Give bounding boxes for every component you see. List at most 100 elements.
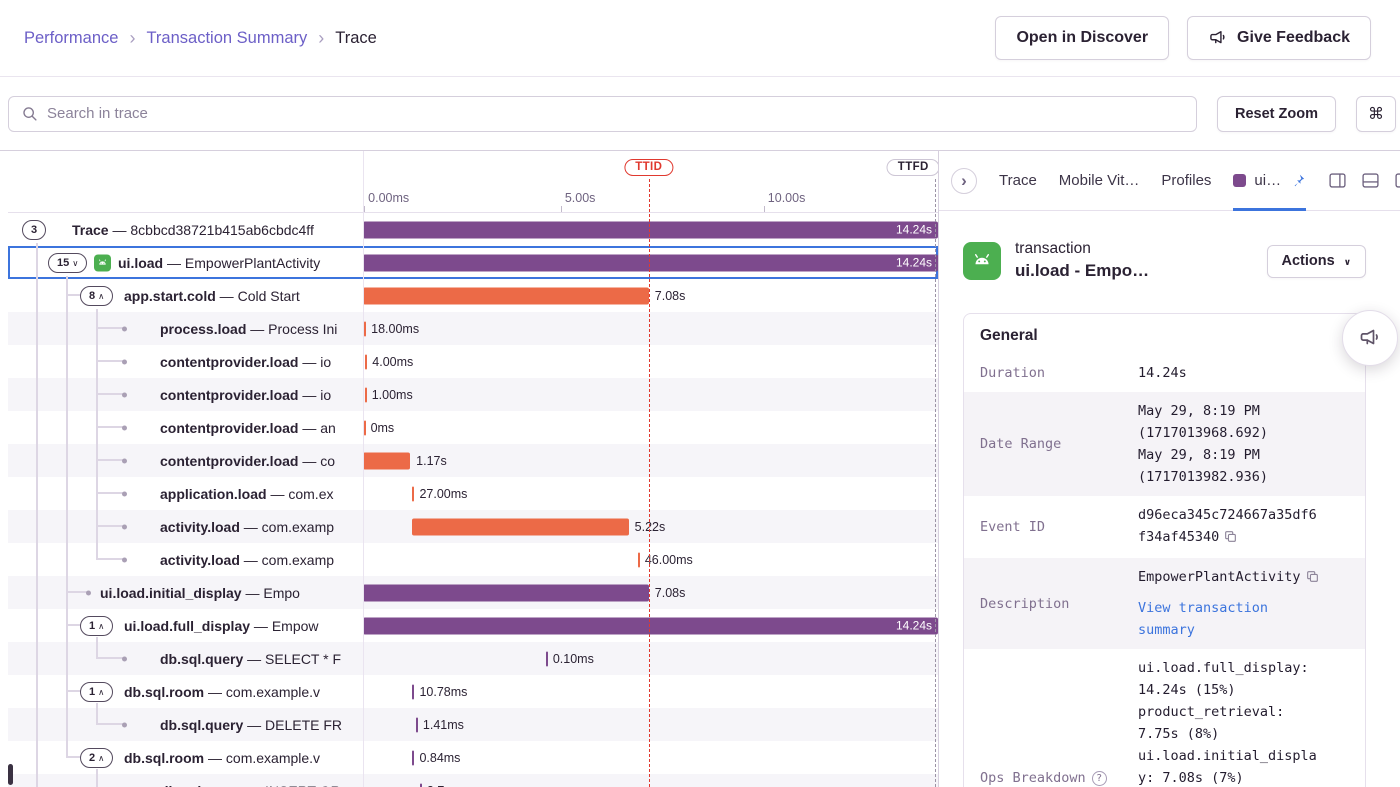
vertical-scrollbar-thumb[interactable] <box>8 764 13 785</box>
span-duration-label: 18.00ms <box>371 322 419 336</box>
tab-trace[interactable]: Trace <box>999 151 1037 211</box>
span-description: SELECT * F <box>265 651 341 667</box>
trace-row[interactable]: ui.load.initial_display — Empo7.08s <box>8 576 938 609</box>
span-tick[interactable] <box>546 651 548 666</box>
span-count-badge[interactable]: 1∧ <box>80 616 113 636</box>
give-feedback-button[interactable]: Give Feedback <box>1187 16 1371 60</box>
span-description: com.examp <box>262 519 334 535</box>
trace-row[interactable]: process.load — Process Ini18.00ms <box>8 312 938 345</box>
layout-sidebar-right-icon[interactable] <box>1328 171 1347 190</box>
ttfd-badge: TTFD <box>887 159 938 176</box>
span-bar[interactable] <box>363 287 649 304</box>
trace-row[interactable]: application.load — com.ex27.00ms <box>8 477 938 510</box>
kv-text: 14.24s <box>1138 365 1187 381</box>
span-tick[interactable] <box>420 783 422 787</box>
span-bar-cell: 1.41ms <box>363 708 938 741</box>
workspace: TTID TTFD 0.00ms5.00s10.00s 3Trace — 8cb… <box>0 150 1400 787</box>
span-op: process.load <box>160 321 246 337</box>
layout-drawer-right-icon[interactable] <box>1394 171 1400 190</box>
tab-profiles[interactable]: Profiles <box>1161 151 1211 211</box>
trace-row[interactable]: 2∧db.sql.room — com.example.v0.84ms <box>8 741 938 774</box>
reset-zoom-button[interactable]: Reset Zoom <box>1217 96 1336 132</box>
span-count-badge[interactable]: 1∧ <box>80 682 113 702</box>
tree-connector <box>96 769 98 787</box>
search-input-wrapper[interactable] <box>8 96 1197 132</box>
breadcrumb-transaction-summary[interactable]: Transaction Summary <box>146 29 307 48</box>
open-in-discover-button[interactable]: Open in Discover <box>995 16 1169 60</box>
span-count-badge[interactable]: 2∧ <box>80 748 113 768</box>
span-bar[interactable] <box>412 518 628 535</box>
trace-row-tree: activity.load — com.examp <box>8 543 363 576</box>
span-description: INSERT OR <box>265 783 341 787</box>
axis-tick-label: 10.00s <box>768 191 806 205</box>
copy-icon[interactable] <box>1224 528 1237 550</box>
trace-row[interactable]: db.sql.query — INSERT OR2.7 <box>8 774 938 787</box>
trace-row[interactable]: 15∨ui.load — EmpowerPlantActivity14.24s <box>8 246 938 279</box>
span-bar[interactable] <box>363 452 410 469</box>
kv-value-line: y: 7.08s (7%) <box>1138 767 1349 787</box>
span-label: ui.load.full_display — Empow <box>124 609 319 642</box>
pin-icon[interactable] <box>1291 173 1306 188</box>
trace-row[interactable]: activity.load — com.examp46.00ms <box>8 543 938 576</box>
span-bar[interactable]: 14.24s <box>363 254 938 271</box>
trace-row-tree: contentprovider.load — io <box>8 378 363 411</box>
layout-drawer-bottom-icon[interactable] <box>1361 171 1380 190</box>
kv-text: d96eca345c724667a35df6 <box>1138 507 1317 523</box>
span-tick[interactable] <box>412 684 414 699</box>
span-tick[interactable] <box>365 354 367 369</box>
trace-row-tree: db.sql.query — DELETE FR <box>8 708 363 741</box>
span-bar[interactable]: 14.24s <box>363 617 938 634</box>
trace-row[interactable]: 1∧db.sql.room — com.example.v10.78ms <box>8 675 938 708</box>
page-header: Performance › Transaction Summary › Trac… <box>0 0 1400 77</box>
help-icon[interactable]: ? <box>1092 771 1107 786</box>
trace-row[interactable]: contentprovider.load — io1.00ms <box>8 378 938 411</box>
span-bar[interactable] <box>363 584 649 601</box>
trace-row[interactable]: contentprovider.load — co1.17s <box>8 444 938 477</box>
feedback-fab-button[interactable] <box>1342 310 1398 366</box>
shortcut-command-button[interactable]: ⌘ <box>1356 96 1396 132</box>
span-bar-cell: 14.24s <box>363 213 938 246</box>
span-duration-label: 0.10ms <box>553 652 594 666</box>
span-op: db.sql.query <box>160 651 243 667</box>
span-duration-label: 27.00ms <box>419 487 467 501</box>
span-tick[interactable] <box>412 750 414 765</box>
tab-mobile-vitals[interactable]: Mobile Vit… <box>1059 151 1140 211</box>
actions-button[interactable]: Actions ∨ <box>1267 245 1366 278</box>
kv-link[interactable]: View transaction <box>1138 597 1349 619</box>
trace-row[interactable]: contentprovider.load — an0ms <box>8 411 938 444</box>
trace-row[interactable]: 3Trace — 8cbbcd38721b415ab6cbdc4ff14.24s <box>8 213 938 246</box>
span-description: io <box>320 354 331 370</box>
details-drawer: › Trace Mobile Vit… Profiles ui… <box>938 151 1400 787</box>
megaphone-icon <box>1358 326 1382 350</box>
tree-timeline-divider[interactable] <box>363 151 364 787</box>
span-count-badge[interactable]: 3 <box>22 220 46 240</box>
trace-row[interactable]: activity.load — com.examp5.22s <box>8 510 938 543</box>
copy-icon[interactable] <box>1306 568 1319 590</box>
kv-link[interactable]: summary <box>1138 619 1349 641</box>
span-description: io <box>320 387 331 403</box>
span-tick[interactable] <box>416 717 418 732</box>
span-tick[interactable] <box>638 552 640 567</box>
breadcrumb-performance[interactable]: Performance <box>24 29 118 48</box>
span-count-badge[interactable]: 8∧ <box>80 286 113 306</box>
expand-drawer-button[interactable]: › <box>951 168 977 194</box>
badge-count: 2 <box>89 752 95 764</box>
span-bar[interactable]: 14.24s <box>363 221 938 238</box>
trace-row[interactable]: db.sql.query — SELECT * F0.10ms <box>8 642 938 675</box>
drawer-layout-controls <box>1328 171 1400 190</box>
kv-key-label: Description <box>980 596 1069 612</box>
trace-row[interactable]: db.sql.query — DELETE FR1.41ms <box>8 708 938 741</box>
span-tick[interactable] <box>412 486 414 501</box>
tab-ui-load-active[interactable]: ui… <box>1233 151 1306 211</box>
span-tick[interactable] <box>365 387 367 402</box>
trace-row[interactable]: 1∧ ui.load.full_display — Empow 14.24s <box>8 609 938 642</box>
span-tick[interactable] <box>364 321 366 336</box>
span-count-badge[interactable]: 15∨ <box>48 253 87 273</box>
kv-text: (1717013982.936) <box>1138 469 1268 485</box>
trace-row[interactable]: 8∧app.start.cold — Cold Start7.08s <box>8 279 938 312</box>
span-separator: — <box>243 717 265 733</box>
span-label: db.sql.room — com.example.v <box>124 741 320 774</box>
span-bar-cell: 14.24s <box>363 246 938 279</box>
trace-row[interactable]: contentprovider.load — io4.00ms <box>8 345 938 378</box>
search-input[interactable] <box>47 105 1184 122</box>
